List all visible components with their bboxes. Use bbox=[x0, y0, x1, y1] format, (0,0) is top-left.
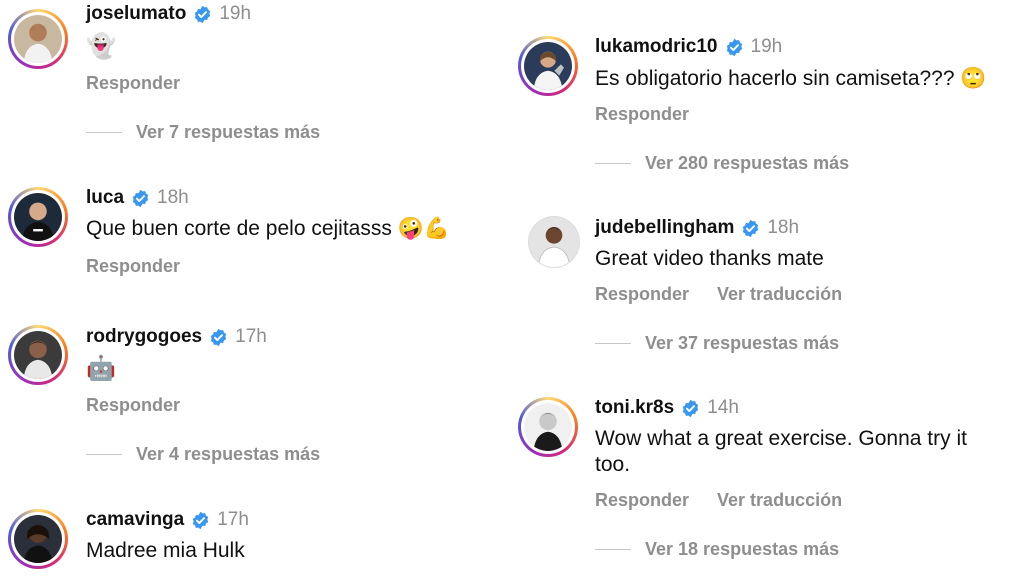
avatar-image bbox=[524, 42, 572, 90]
comment-text: Madree mia Hulk bbox=[86, 539, 245, 562]
avatar-image bbox=[14, 193, 62, 241]
username[interactable]: joselumato bbox=[86, 3, 186, 25]
view-replies-label: Ver 37 respuestas más bbox=[645, 333, 840, 353]
verified-badge-icon bbox=[195, 5, 211, 23]
timestamp: 19h bbox=[219, 3, 252, 24]
verified-badge-icon bbox=[726, 38, 742, 56]
verified-badge-icon bbox=[683, 399, 699, 417]
comment-text: Que buen corte de pelo cejitasss 🤪💪 bbox=[86, 217, 450, 240]
view-replies-label: Ver 280 respuestas más bbox=[645, 153, 850, 173]
verified-badge-icon bbox=[193, 511, 209, 529]
avatar-luca[interactable] bbox=[8, 187, 68, 247]
view-replies-label: Ver 18 respuestas más bbox=[645, 539, 840, 559]
comment-text-line-1: Wow what a great exercise. Gonna try it bbox=[595, 427, 967, 450]
reply-button[interactable]: Responder bbox=[595, 284, 689, 305]
comment-text: Great video thanks mate bbox=[595, 247, 824, 270]
timestamp: 17h bbox=[235, 326, 267, 347]
reply-button[interactable]: Responder bbox=[86, 73, 180, 94]
divider bbox=[595, 549, 631, 550]
view-replies-button[interactable]: Ver 280 respuestas más bbox=[595, 153, 849, 174]
comment-text: 🤖 bbox=[86, 354, 116, 382]
username[interactable]: camavinga bbox=[86, 509, 184, 531]
avatar-image bbox=[14, 515, 62, 563]
view-replies-button[interactable]: Ver 4 respuestas más bbox=[86, 444, 320, 465]
divider bbox=[86, 132, 122, 133]
avatar-image bbox=[14, 331, 62, 379]
avatar-camavinga[interactable] bbox=[8, 509, 68, 569]
divider bbox=[595, 343, 631, 344]
username[interactable]: lukamodric10 bbox=[595, 36, 718, 58]
username[interactable]: judebellingham bbox=[595, 217, 734, 239]
timestamp: 17h bbox=[217, 509, 249, 530]
username[interactable]: rodrygogoes bbox=[86, 326, 202, 348]
reply-button[interactable]: Responder bbox=[86, 256, 180, 277]
timestamp: 18h bbox=[767, 217, 800, 238]
timestamp: 19h bbox=[750, 36, 783, 57]
timestamp: 14h bbox=[707, 397, 739, 418]
avatar-image bbox=[14, 15, 62, 63]
comments-panel: joselumato 19h 👻 Responder Ver 7 respues… bbox=[0, 0, 1024, 576]
avatar-rodrygogoes[interactable] bbox=[8, 325, 68, 385]
reply-button[interactable]: Responder bbox=[595, 104, 689, 125]
reply-button[interactable]: Responder bbox=[86, 395, 180, 416]
verified-badge-icon bbox=[743, 219, 759, 237]
username[interactable]: luca bbox=[86, 187, 124, 209]
reply-button[interactable]: Responder bbox=[595, 490, 689, 511]
verified-badge-icon bbox=[132, 189, 149, 207]
verified-badge-icon bbox=[210, 328, 227, 346]
divider bbox=[595, 163, 631, 164]
divider bbox=[86, 454, 122, 455]
avatar-joselumato[interactable] bbox=[8, 9, 68, 69]
avatar-toni-kr8s[interactable] bbox=[518, 397, 578, 457]
translate-button[interactable]: Ver traducción bbox=[717, 490, 842, 511]
comment-text-line-2: too. bbox=[595, 453, 631, 476]
username[interactable]: toni.kr8s bbox=[595, 397, 674, 419]
view-replies-label: Ver 4 respuestas más bbox=[136, 444, 321, 464]
view-replies-button[interactable]: Ver 37 respuestas más bbox=[595, 333, 839, 354]
translate-button[interactable]: Ver traducción bbox=[717, 284, 842, 305]
view-replies-label: Ver 7 respuestas más bbox=[136, 122, 321, 142]
comment-text: Es obligatorio hacerlo sin camiseta??? 🙄 bbox=[595, 67, 987, 90]
timestamp: 18h bbox=[157, 187, 189, 208]
avatar-lukamodric10[interactable] bbox=[518, 36, 578, 96]
view-replies-button[interactable]: Ver 18 respuestas más bbox=[595, 539, 839, 560]
avatar-image bbox=[524, 403, 572, 451]
view-replies-button[interactable]: Ver 7 respuestas más bbox=[86, 122, 320, 143]
avatar-image bbox=[529, 217, 579, 267]
avatar-judebellingham[interactable] bbox=[528, 216, 580, 268]
comment-text: 👻 bbox=[86, 32, 116, 60]
